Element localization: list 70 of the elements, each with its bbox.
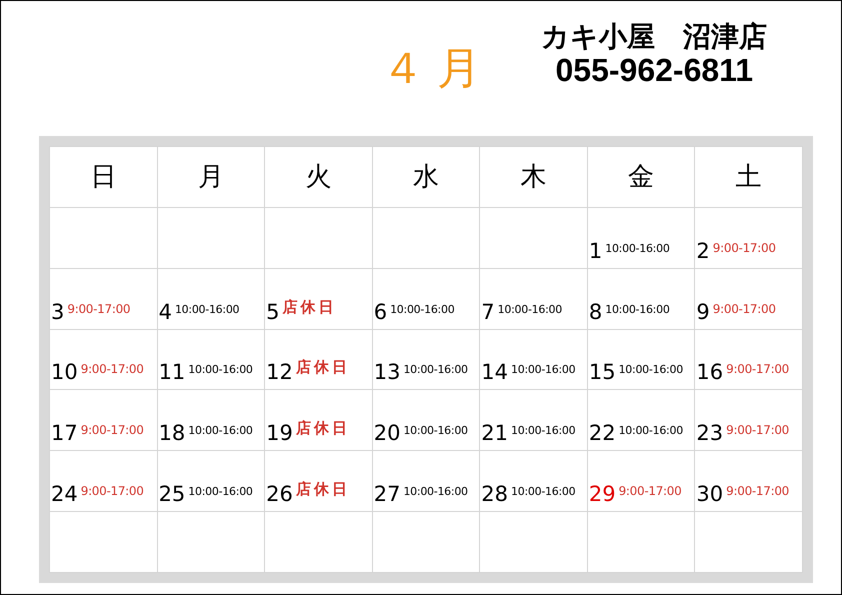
weekday-header: 月 bbox=[158, 147, 266, 208]
weekday-header: 土 bbox=[695, 147, 803, 208]
day-number: 18 bbox=[158, 423, 186, 444]
opening-hours: 10:00-16:00 bbox=[618, 364, 683, 376]
weekday-header: 金 bbox=[588, 147, 696, 208]
opening-hours: 9:00-17:00 bbox=[67, 302, 130, 315]
opening-hours: 10:00-16:00 bbox=[511, 425, 576, 436]
day-number: 25 bbox=[158, 484, 186, 506]
day-number: 30 bbox=[696, 484, 724, 506]
closed-label: 店休日 bbox=[296, 360, 350, 376]
day-number: 7 bbox=[481, 302, 495, 323]
weekday-header: 水 bbox=[372, 147, 480, 208]
opening-hours: 10:00-16:00 bbox=[511, 486, 576, 498]
day-number: 6 bbox=[374, 302, 388, 323]
closed-label: 店休日 bbox=[296, 421, 350, 436]
day-number: 9 bbox=[696, 302, 710, 323]
opening-hours: 9:00-17:00 bbox=[80, 485, 144, 498]
day-number: 24 bbox=[51, 484, 78, 506]
opening-hours: 9:00-17:00 bbox=[726, 363, 790, 376]
day-number: 10 bbox=[51, 362, 78, 384]
day-number: 8 bbox=[588, 302, 602, 323]
day-number: 2 bbox=[696, 240, 710, 262]
day-number: 15 bbox=[588, 362, 616, 384]
opening-hours: 9:00-17:00 bbox=[726, 485, 790, 498]
opening-hours: 10:00-16:00 bbox=[498, 304, 562, 315]
day-number: 23 bbox=[696, 423, 724, 444]
opening-hours: 10:00-16:00 bbox=[188, 486, 253, 498]
day-number: 29 bbox=[588, 484, 616, 506]
opening-hours: 10:00-16:00 bbox=[188, 425, 253, 436]
day-number: 4 bbox=[158, 302, 172, 323]
opening-hours: 9:00-17:00 bbox=[726, 424, 790, 436]
day-number: 28 bbox=[481, 484, 508, 506]
store-name: カキ小屋 沼津店 bbox=[541, 20, 768, 52]
day-number: 21 bbox=[481, 423, 508, 444]
opening-hours: 9:00-17:00 bbox=[80, 424, 144, 436]
opening-hours: 9:00-17:00 bbox=[618, 485, 682, 498]
weekday-header: 火 bbox=[265, 147, 373, 208]
opening-hours: 10:00-16:00 bbox=[618, 425, 683, 436]
closed-label: 店休日 bbox=[296, 482, 350, 498]
opening-hours: 10:00-16:00 bbox=[403, 486, 468, 498]
closed-label: 店休日 bbox=[282, 300, 337, 315]
month-title: ４ 月 bbox=[381, 42, 482, 94]
opening-hours: 10:00-16:00 bbox=[174, 304, 240, 315]
day-number: 27 bbox=[374, 484, 400, 506]
day-number: 22 bbox=[588, 423, 616, 444]
day-number: 11 bbox=[158, 362, 186, 384]
day-number: 16 bbox=[696, 362, 724, 384]
opening-hours: 10:00-16:00 bbox=[390, 304, 454, 315]
day-number: 1 bbox=[588, 240, 602, 262]
weekday-header: 木 bbox=[480, 147, 588, 208]
day-number: 17 bbox=[51, 423, 78, 444]
day-number: 20 bbox=[374, 423, 400, 444]
opening-hours: 10:00-16:00 bbox=[403, 364, 468, 376]
opening-hours: 9:00-17:00 bbox=[712, 302, 776, 315]
opening-hours: 9:00-17:00 bbox=[80, 363, 144, 376]
day-number: 13 bbox=[374, 362, 400, 384]
day-number: 26 bbox=[266, 484, 293, 506]
day-number: 19 bbox=[266, 423, 293, 444]
opening-hours: 10:00-16:00 bbox=[605, 304, 670, 315]
opening-hours: 10:00-16:00 bbox=[403, 425, 468, 436]
opening-hours: 10:00-16:00 bbox=[605, 242, 670, 254]
day-number: 3 bbox=[51, 302, 64, 323]
weekday-header: 日 bbox=[50, 147, 158, 208]
opening-hours: 10:00-16:00 bbox=[188, 364, 253, 376]
day-number: 14 bbox=[481, 362, 508, 384]
opening-hours: 10:00-16:00 bbox=[511, 364, 576, 376]
day-number: 5 bbox=[266, 302, 280, 323]
day-number: 12 bbox=[266, 362, 293, 384]
opening-hours: 9:00-17:00 bbox=[712, 242, 776, 254]
phone-number: 055-962-6811 bbox=[555, 52, 753, 86]
